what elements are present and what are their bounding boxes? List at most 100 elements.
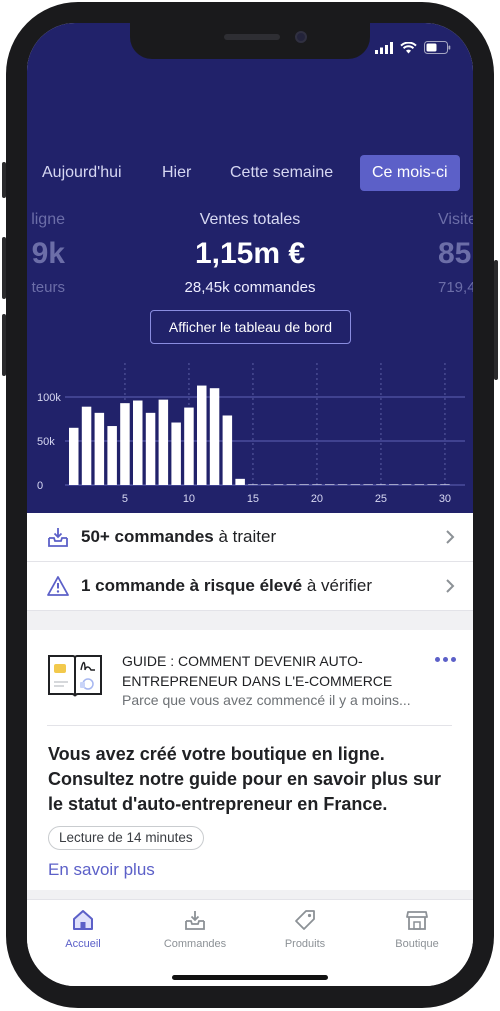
tab-this-month[interactable]: Ce mois-ci: [360, 155, 460, 191]
tab-store[interactable]: Boutique: [361, 900, 473, 960]
chart-bar: [184, 407, 194, 485]
chart-bar: [337, 484, 348, 485]
volume-up-button: [2, 237, 6, 299]
stat-total-sales[interactable]: Ventes totales 1,15m € 28,45k commandes: [150, 211, 350, 296]
orders-to-process-row[interactable]: 50+ commandes à traiter: [27, 513, 473, 562]
stat-label: Ventes totales: [199, 211, 301, 228]
volume-down-button: [2, 314, 6, 376]
stat-sub: teurs: [31, 279, 65, 296]
tab-orders[interactable]: Commandes: [139, 900, 251, 960]
orders-to-process-text: 50+ commandes à traiter: [81, 527, 277, 546]
high-risk-order-text: 1 commande à risque élevé à vérifier: [81, 576, 373, 595]
stat-label: Visite: [438, 211, 473, 228]
home-indicator: [172, 975, 328, 980]
chart-bar: [312, 484, 322, 485]
chart-y-tick-label: 0: [37, 480, 43, 492]
chart-bar: [171, 422, 181, 485]
store-icon: [406, 911, 428, 930]
chevron-right-icon: [446, 579, 455, 593]
stat-value: 9k: [31, 237, 65, 270]
tag-icon: [295, 910, 315, 930]
stat-sub: 28,45k commandes: [184, 279, 316, 296]
open-book-guide-icon: [48, 655, 102, 697]
chart-y-tick-label: 50k: [37, 436, 55, 448]
tab-label: Commandes: [163, 938, 227, 950]
signal-icon: [375, 41, 393, 54]
mute-switch: [2, 162, 6, 198]
chart-bar: [299, 484, 309, 485]
chart-bar: [414, 484, 425, 485]
learn-more-link[interactable]: En savoir plus: [48, 860, 155, 880]
wifi-icon: [400, 41, 417, 53]
tab-yesterday[interactable]: Hier: [150, 155, 203, 191]
divider: [47, 725, 452, 726]
chart-bar: [389, 484, 399, 485]
chart-bar: [286, 484, 297, 485]
chart-bar: [69, 427, 79, 485]
warning-triangle-icon: [47, 576, 69, 596]
chart-bar: [427, 484, 437, 485]
guide-title: GUIDE : COMMENT DEVENIR AUTO-ENTREPRENEU…: [122, 653, 393, 689]
chart-bar: [376, 484, 386, 485]
battery-icon: [424, 41, 451, 54]
chart-bar: [235, 478, 245, 485]
chart-bar: [158, 399, 169, 485]
chart-bar: [94, 412, 105, 485]
stat-label: ligne: [31, 211, 65, 228]
tab-today[interactable]: Aujourd'hui: [30, 155, 134, 191]
tab-this-week[interactable]: Cette semaine: [218, 155, 345, 191]
tab-label: Boutique: [395, 938, 439, 950]
chart-bar: [363, 484, 373, 485]
chart-bar: [145, 412, 156, 485]
chart-bar: [197, 385, 207, 485]
tab-home[interactable]: Accueil: [27, 900, 139, 960]
chart-bar: [107, 426, 117, 485]
notch: [130, 23, 370, 59]
guide-subtitle: Parce que vous avez commencé il y a moin…: [122, 692, 411, 708]
high-risk-order-row[interactable]: 1 commande à risque élevé à vérifier: [27, 562, 473, 611]
sales-bar-chart: 0 50k 100k 5 10 15 20 25 30: [37, 363, 465, 505]
chart-bar: [120, 403, 130, 485]
tab-products[interactable]: Produits: [249, 900, 361, 960]
status-bar: [375, 41, 451, 54]
stat-value: 1,15m €: [194, 237, 306, 270]
sales-overview-panel: Aujourd'hui Hier Cette semaine Ce mois-c…: [27, 23, 473, 513]
view-dashboard-button[interactable]: Afficher le tableau de bord: [150, 310, 351, 344]
stat-sub: 719,4: [438, 279, 473, 296]
action-list: 50+ commandes à traiter 1 commande à ris…: [27, 513, 473, 611]
chart-y-tick-label: 100k: [37, 392, 61, 404]
inbox-download-icon: [48, 528, 68, 547]
chevron-right-icon: [446, 530, 455, 544]
tab-label: Accueil: [65, 938, 101, 950]
chart-x-tick-label: 15: [247, 493, 259, 505]
chart-bar: [248, 484, 258, 485]
speaker: [224, 34, 280, 40]
chart-x-tick-label: 25: [375, 493, 387, 505]
bottom-tab-bar: Accueil Commandes Produits Boutique: [27, 899, 473, 986]
chart-bar: [350, 484, 361, 485]
tab-label: Produits: [284, 938, 326, 950]
guide-card: GUIDE : COMMENT DEVENIR AUTO-ENTREPRENEU…: [27, 630, 473, 890]
stat-visits[interactable]: Visite 85 719,4: [438, 211, 473, 296]
period-tabs: Aujourd'hui Hier Cette semaine Ce mois-c…: [27, 155, 473, 191]
chart-bar: [325, 484, 335, 485]
chart-x-tick-label: 30: [439, 493, 451, 505]
chart-bar: [261, 484, 271, 485]
stat-online-store[interactable]: ligne 9k teurs: [27, 211, 65, 296]
chart-bar: [273, 484, 284, 485]
guide-body: Vous avez créé votre boutique en ligne. …: [48, 744, 442, 814]
power-button: [494, 260, 498, 380]
chart-x-tick-label: 10: [183, 493, 195, 505]
chart-bar: [222, 415, 233, 485]
orders-icon: [185, 911, 205, 930]
chart-bar: [440, 484, 450, 485]
chart-x-tick-label: 5: [122, 493, 128, 505]
more-options-icon[interactable]: [435, 657, 456, 662]
chart-bar: [209, 388, 220, 485]
chart-bar: [401, 484, 412, 485]
chart-bar: [81, 406, 92, 485]
camera: [295, 31, 307, 43]
stat-value: 85: [438, 237, 472, 270]
reading-time-badge: Lecture de 14 minutes: [48, 826, 204, 850]
chart-bar: [133, 400, 143, 485]
